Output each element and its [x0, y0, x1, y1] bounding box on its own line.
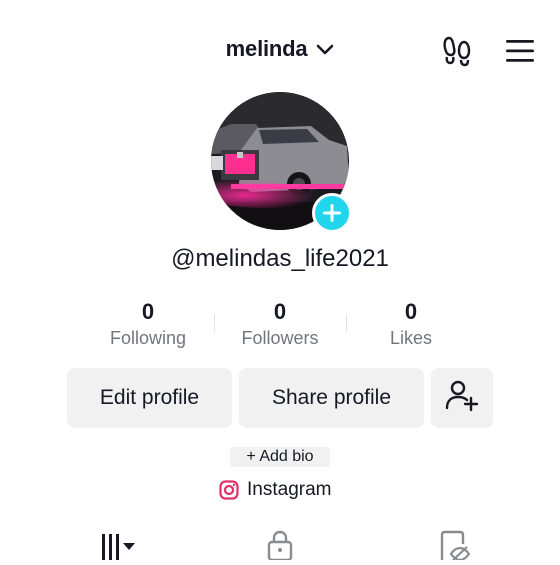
footprints-icon[interactable]: [440, 33, 474, 67]
edit-profile-button[interactable]: Edit profile: [67, 368, 232, 428]
add-bio-button[interactable]: + Add bio: [230, 447, 330, 467]
profile-handle: @melindas_life2021: [171, 245, 389, 272]
stat-value: 0: [273, 299, 287, 324]
username-switcher[interactable]: melinda: [0, 36, 560, 62]
share-profile-button[interactable]: Share profile: [239, 368, 424, 428]
stat-value: 0: [404, 299, 418, 324]
username-label: melinda: [225, 36, 308, 61]
stat-value: 0: [141, 299, 155, 324]
hamburger-menu-icon[interactable]: [504, 37, 536, 65]
instagram-label: Instagram: [247, 479, 332, 500]
stat-followers[interactable]: 0 Followers: [215, 298, 345, 349]
stat-label: Following: [109, 328, 187, 348]
add-friend-button[interactable]: [431, 368, 493, 428]
stat-label: Likes: [389, 328, 433, 348]
stat-following[interactable]: 0 Following: [83, 298, 213, 349]
stat-label: Followers: [241, 328, 319, 348]
stat-likes[interactable]: 0 Likes: [346, 298, 476, 349]
add-user-icon: [445, 378, 479, 418]
plus-icon[interactable]: [312, 193, 352, 233]
tab-videos[interactable]: [70, 530, 150, 560]
tab-liked[interactable]: [425, 530, 481, 562]
instagram-icon: [219, 480, 239, 500]
instagram-link[interactable]: Instagram: [219, 477, 331, 503]
chevron-down-icon: [316, 36, 334, 62]
tab-private[interactable]: [255, 530, 305, 562]
